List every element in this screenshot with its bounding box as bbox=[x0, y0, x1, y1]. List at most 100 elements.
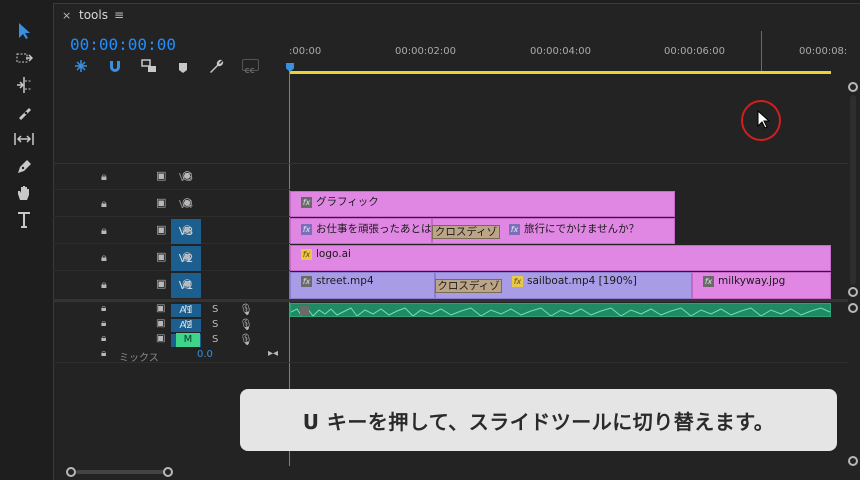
go-to-out-icon[interactable]: ▸◂ bbox=[268, 348, 278, 359]
sync-lock-icon[interactable]: ▣ bbox=[156, 318, 165, 329]
zoom-scroll-right-handle[interactable] bbox=[163, 467, 173, 477]
fx-badge-icon: fx bbox=[301, 248, 312, 260]
lock-icon[interactable]: 🔒︎ bbox=[101, 224, 107, 238]
eye-icon[interactable]: ◉ bbox=[182, 222, 192, 236]
track-header-v5: 🔒︎ V5 ▣ ◉ bbox=[53, 164, 290, 190]
ruler-label: 00:00:06:00 bbox=[664, 46, 726, 57]
clip-milkyway[interactable]: fx milkyway.jpg bbox=[692, 272, 831, 299]
clip-label: logo.ai bbox=[316, 248, 351, 260]
linked-selection-icon[interactable] bbox=[141, 58, 157, 77]
work-area-bar[interactable] bbox=[289, 71, 831, 74]
mute-button[interactable]: M bbox=[184, 319, 193, 330]
fx-badge-icon: fx bbox=[703, 275, 714, 287]
mute-button[interactable]: M bbox=[184, 304, 193, 315]
clip-title-a[interactable]: fx お仕事を頑張ったあとは bbox=[290, 218, 432, 244]
clip-label: sailboat.mp4 [190%] bbox=[527, 275, 637, 287]
clip-label: グラフィック bbox=[316, 196, 379, 208]
lock-icon[interactable]: 🔒︎ bbox=[101, 278, 107, 292]
tab-close-icon[interactable]: × bbox=[62, 9, 71, 22]
lock-icon[interactable]: 🔒︎ bbox=[101, 170, 107, 184]
lock-icon[interactable]: 🔒︎ bbox=[101, 303, 106, 314]
razor-tool-icon[interactable] bbox=[12, 102, 36, 124]
solo-button[interactable]: S bbox=[212, 334, 218, 345]
playhead-timecode[interactable]: 00:00:00:00 bbox=[70, 35, 176, 54]
sync-lock-icon[interactable]: ▣ bbox=[156, 333, 165, 344]
ruler-marker-line bbox=[761, 31, 762, 71]
mouse-cursor-icon bbox=[757, 109, 771, 134]
ruler-label: 00:00:02:00 bbox=[395, 46, 457, 57]
microphone-icon[interactable]: 🎙︎ bbox=[239, 333, 253, 346]
sync-lock-icon[interactable]: ▣ bbox=[156, 196, 166, 209]
eye-icon[interactable]: ◉ bbox=[182, 249, 192, 263]
wrench-settings-icon[interactable] bbox=[208, 58, 224, 78]
ruler-label: 00:00:08: bbox=[799, 46, 848, 57]
ruler-label: :00:00 bbox=[289, 46, 322, 57]
eye-icon[interactable]: ◉ bbox=[182, 195, 192, 209]
video-audio-divider bbox=[53, 299, 848, 302]
snap-icon[interactable] bbox=[74, 58, 88, 77]
clip-graphic[interactable]: fx グラフィック bbox=[290, 191, 675, 217]
eye-icon[interactable]: ◉ bbox=[182, 276, 192, 290]
fx-badge-icon: fx bbox=[509, 223, 520, 235]
fx-badge-icon: fx bbox=[301, 196, 312, 208]
mix-volume-value[interactable]: 0.0 bbox=[197, 349, 213, 360]
clip-label: 旅行にでかけませんか？ bbox=[524, 223, 640, 235]
add-marker-icon[interactable] bbox=[178, 59, 188, 78]
hand-tool-icon[interactable] bbox=[12, 182, 36, 204]
svg-text:CC: CC bbox=[245, 67, 255, 75]
transition-cross-dissolve[interactable]: クロスディゾ bbox=[435, 279, 502, 293]
audio-scroll-top-handle[interactable] bbox=[848, 303, 858, 313]
track-header-a1: 🔒︎ A1 ▣ M S 🎙︎ bbox=[53, 303, 290, 318]
lock-icon[interactable]: 🔒︎ bbox=[101, 197, 107, 211]
sync-lock-icon[interactable]: ▣ bbox=[156, 169, 166, 182]
tab-menu-icon[interactable]: ≡ bbox=[114, 8, 124, 22]
mix-track-header: 🔒︎ ミックス 0.0 ▸◂ bbox=[53, 348, 290, 364]
zoom-scroll-left-handle[interactable] bbox=[66, 467, 76, 477]
lock-icon[interactable]: 🔒︎ bbox=[101, 251, 107, 265]
track-select-tool-icon[interactable] bbox=[12, 47, 36, 69]
solo-button[interactable]: S bbox=[212, 319, 218, 330]
sync-lock-icon[interactable]: ▣ bbox=[156, 303, 165, 314]
microphone-icon[interactable]: 🎙︎ bbox=[239, 303, 253, 316]
divider bbox=[53, 362, 848, 363]
track-header-v3: 🔒︎ V3 ▣ ◉ bbox=[53, 218, 290, 244]
sync-lock-icon[interactable]: ▣ bbox=[156, 250, 166, 263]
track-header-a2: 🔒︎ A2 ▣ M S 🎙︎ bbox=[53, 318, 290, 333]
eye-icon[interactable]: ◉ bbox=[182, 168, 192, 182]
track-header-v4: 🔒︎ V4 ▣ ◉ bbox=[53, 191, 290, 217]
zoom-scroll-track[interactable] bbox=[76, 470, 164, 474]
clip-logo[interactable]: fx logo.ai bbox=[290, 245, 831, 271]
vertical-scroll-track[interactable] bbox=[850, 95, 856, 285]
type-tool-icon[interactable] bbox=[12, 209, 36, 231]
tab-title[interactable]: tools bbox=[79, 8, 108, 22]
mute-button-active[interactable]: M bbox=[176, 333, 200, 347]
vertical-scroll-top-handle[interactable] bbox=[848, 82, 858, 92]
magnet-icon[interactable] bbox=[108, 58, 122, 77]
clip-label: milkyway.jpg bbox=[718, 275, 786, 287]
lock-icon[interactable]: 🔒︎ bbox=[101, 318, 106, 329]
pen-tool-icon[interactable] bbox=[12, 156, 36, 178]
fx-badge-icon: fx bbox=[301, 223, 312, 235]
tools-panel bbox=[0, 0, 52, 480]
ripple-edit-tool-icon[interactable] bbox=[12, 74, 36, 96]
sync-lock-icon[interactable]: ▣ bbox=[156, 277, 166, 290]
clip-label: street.mp4 bbox=[316, 275, 374, 287]
audio-clip-a1[interactable] bbox=[290, 303, 831, 317]
selection-tool-icon[interactable] bbox=[12, 20, 36, 42]
clip-label: お仕事を頑張ったあとは bbox=[316, 223, 432, 235]
slip-tool-icon[interactable] bbox=[12, 128, 36, 150]
transition-cross-dissolve[interactable]: クロスディゾ bbox=[432, 225, 500, 239]
ruler-label: 00:00:04:00 bbox=[530, 46, 592, 57]
sync-lock-icon[interactable]: ▣ bbox=[156, 223, 166, 236]
microphone-icon[interactable]: 🎙︎ bbox=[239, 318, 253, 331]
track-header-v1: 🔒︎ V1 ▣ ◉ bbox=[53, 272, 290, 299]
solo-button[interactable]: S bbox=[212, 304, 218, 315]
audio-fx-badge-icon bbox=[300, 306, 309, 315]
clip-street[interactable]: fx street.mp4 bbox=[290, 272, 435, 299]
audio-waveform bbox=[291, 307, 830, 316]
lock-icon[interactable]: 🔒︎ bbox=[101, 348, 106, 359]
vertical-scroll-bottom-handle[interactable] bbox=[848, 287, 858, 297]
lock-icon[interactable]: 🔒︎ bbox=[101, 333, 106, 344]
audio-scroll-bottom-handle[interactable] bbox=[848, 456, 858, 466]
captions-icon[interactable]: CC bbox=[242, 59, 259, 75]
